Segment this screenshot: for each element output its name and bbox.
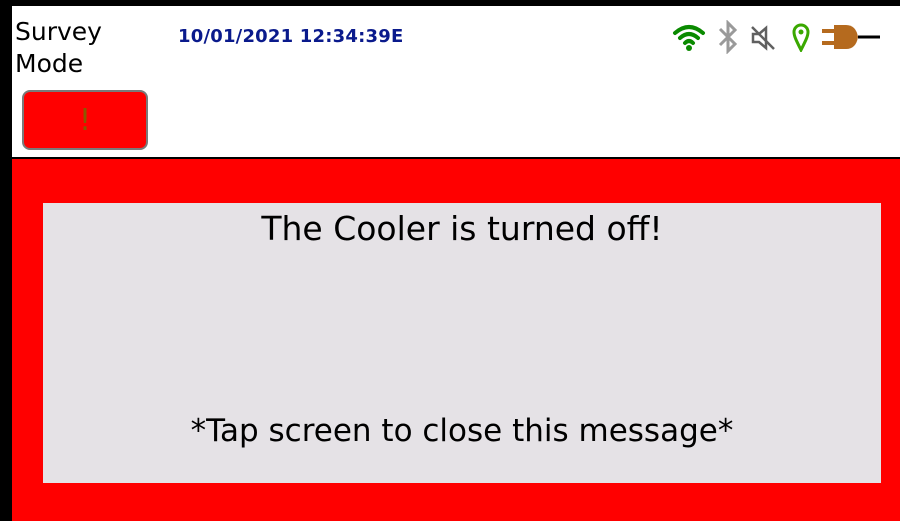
alert-overlay[interactable]: The Cooler is turned off! *Tap screen to…	[12, 159, 900, 521]
device-screen: Survey Mode 10/01/2021 12:34:39E ! The C…	[12, 6, 900, 521]
power-plug-icon	[822, 25, 880, 49]
mode-label: Survey Mode	[15, 16, 135, 80]
alert-message-box[interactable]: The Cooler is turned off! *Tap screen to…	[43, 203, 881, 483]
datetime-display: 10/01/2021 12:34:39E	[178, 26, 404, 47]
wifi-icon	[673, 25, 705, 51]
alert-title: The Cooler is turned off!	[261, 209, 663, 248]
alert-button[interactable]: !	[22, 90, 148, 150]
mode-label-line1: Survey	[15, 17, 102, 46]
alert-button-label: !	[78, 103, 92, 138]
bluetooth-icon	[718, 20, 738, 54]
location-pin-icon	[792, 23, 810, 52]
status-icons	[672, 20, 898, 60]
mode-label-line2: Mode	[15, 49, 84, 78]
alert-close-hint: *Tap screen to close this message*	[190, 413, 734, 449]
speaker-muted-icon	[751, 25, 775, 51]
status-header: Survey Mode 10/01/2021 12:34:39E !	[12, 6, 900, 157]
